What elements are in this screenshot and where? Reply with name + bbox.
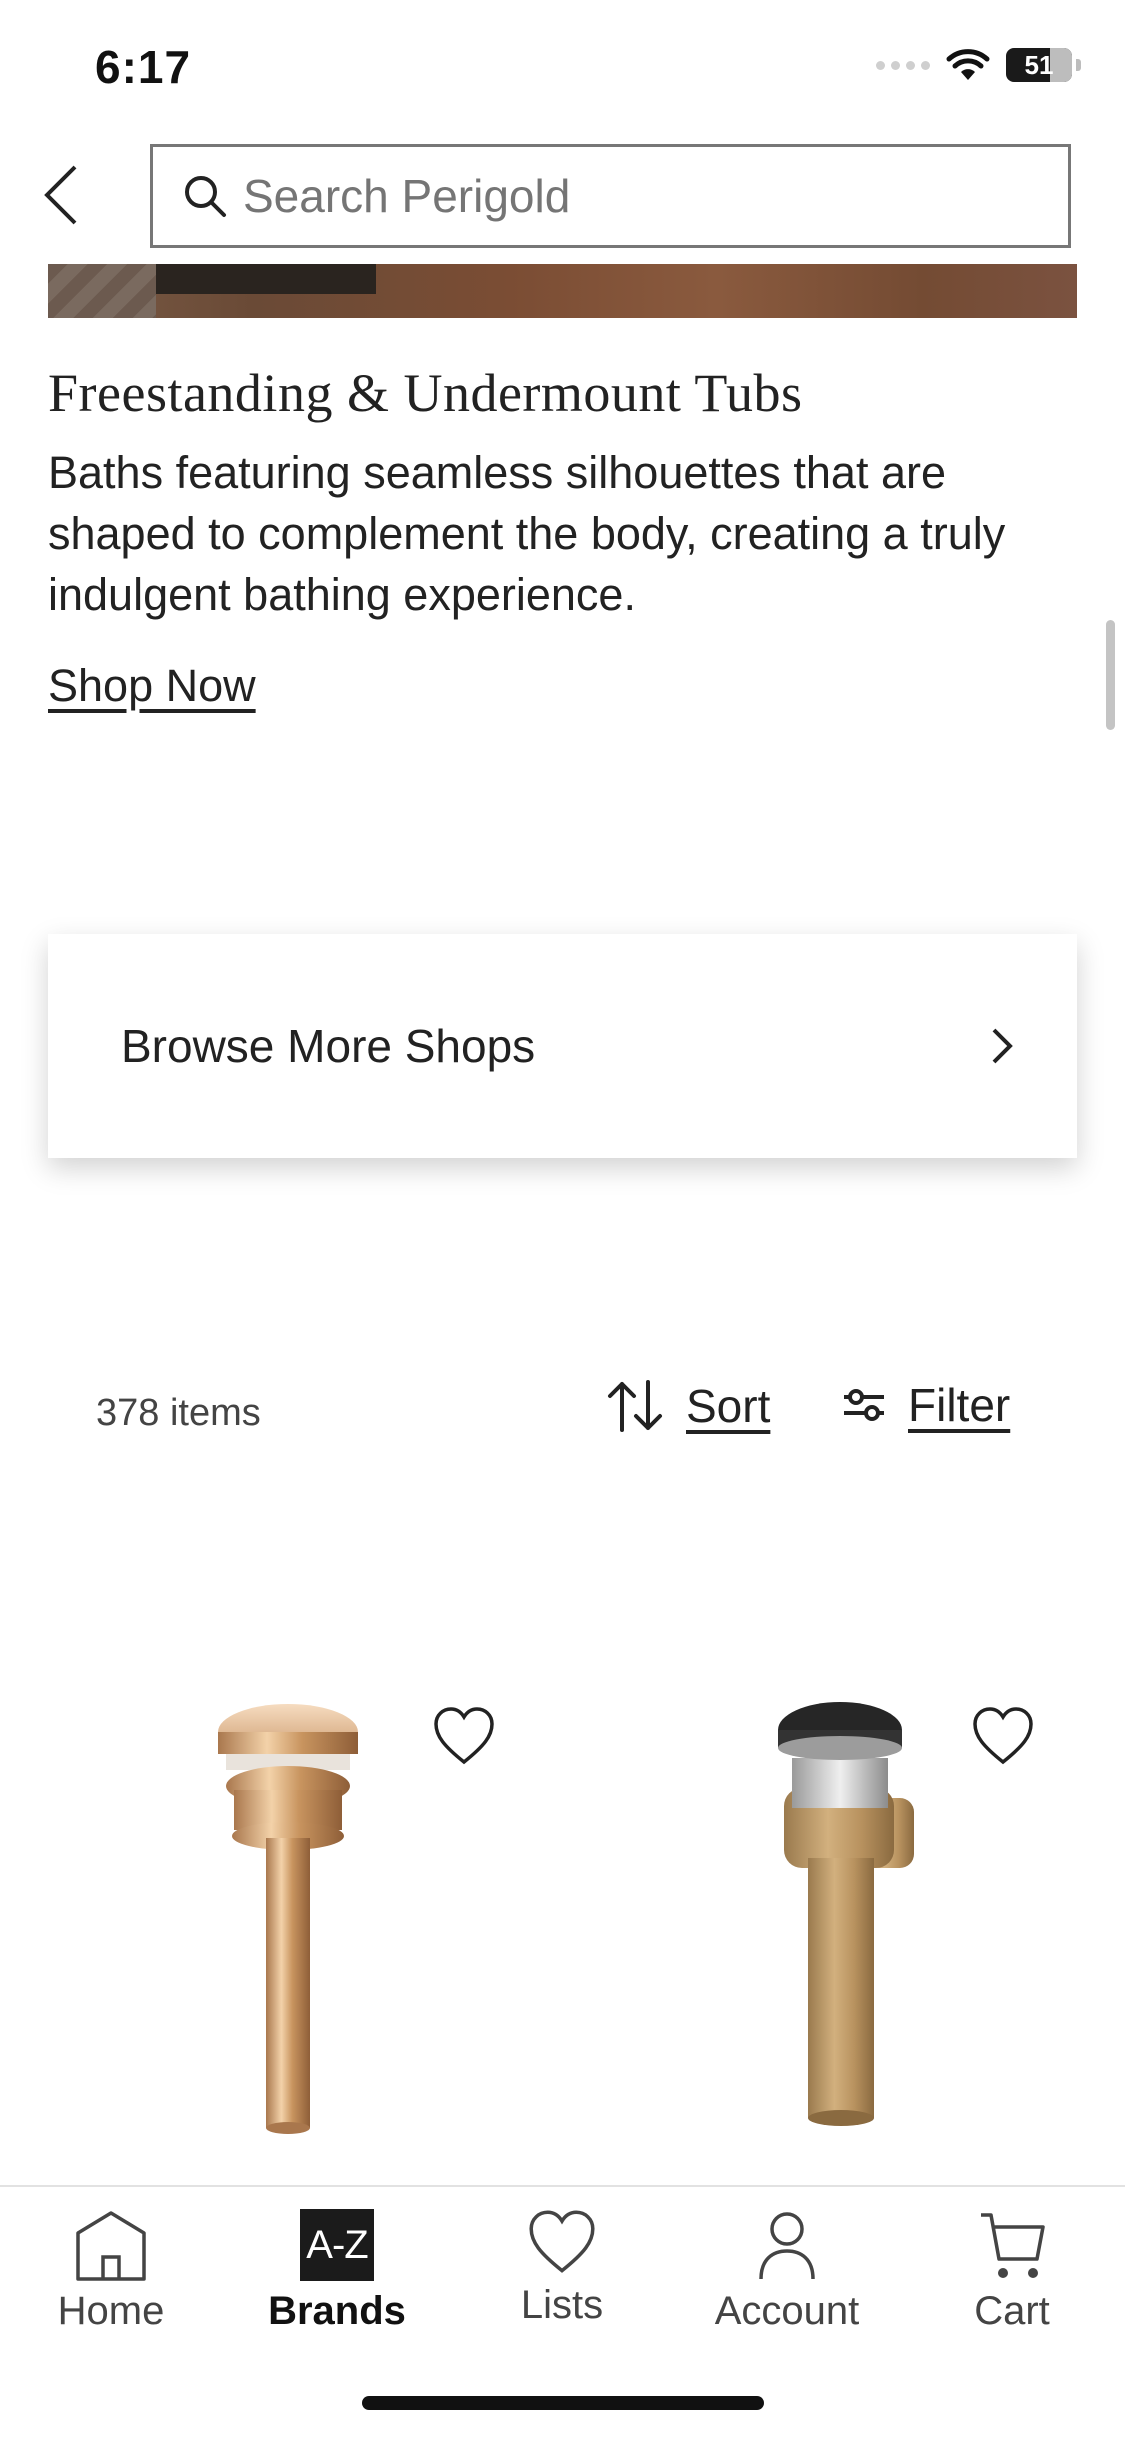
search-input[interactable] — [241, 168, 1005, 224]
browse-more-shops-card[interactable]: Browse More Shops — [48, 934, 1077, 1158]
product-card[interactable] — [48, 1660, 558, 2160]
category-description: Baths featuring seamless silhouettes tha… — [48, 447, 1006, 620]
filter-button[interactable]: Filter — [842, 1378, 1010, 1432]
search-bar[interactable] — [150, 144, 1071, 248]
item-count: 378 items — [96, 1392, 261, 1434]
shop-now-link[interactable]: Shop Now — [48, 660, 256, 712]
battery-icon: 51 — [1006, 48, 1072, 82]
search-icon — [185, 176, 226, 217]
cart-icon — [981, 2213, 1045, 2278]
category-title: Freestanding & Undermount Tubs — [48, 363, 803, 423]
az-icon: A-Z — [300, 2209, 374, 2281]
home-icon — [76, 2211, 146, 2281]
tab-brands-label: Brands — [268, 2289, 406, 2333]
sort-arrows-icon — [608, 1380, 662, 1432]
sort-button[interactable]: Sort — [606, 1378, 770, 1434]
filter-sliders-icon — [844, 1389, 884, 1421]
tab-cart[interactable]: Cart — [912, 2209, 1112, 2334]
browse-more-shops-label: Browse More Shops — [121, 1020, 536, 1072]
chevron-left-icon — [44, 165, 77, 225]
product-image[interactable] — [752, 1698, 952, 2138]
tab-lists[interactable]: Lists — [462, 2209, 662, 2328]
back-button[interactable] — [36, 160, 86, 230]
wifi-icon — [946, 49, 990, 80]
tab-account[interactable]: Account — [687, 2209, 887, 2334]
tab-lists-label: Lists — [520, 2283, 604, 2327]
favorite-heart-icon[interactable] — [432, 1706, 496, 1766]
home-indicator[interactable] — [362, 2396, 764, 2410]
person-icon — [759, 2212, 815, 2280]
status-time: 6:17 — [95, 41, 192, 93]
tab-brands[interactable]: A-Z Brands — [237, 2209, 437, 2334]
chevron-right-icon — [992, 1028, 1013, 1064]
cellular-signal-icon — [876, 60, 930, 70]
product-card[interactable] — [567, 1660, 1077, 2160]
tab-cart-label: Cart — [974, 2289, 1050, 2333]
product-image[interactable] — [198, 1698, 398, 2138]
heart-icon — [529, 2210, 595, 2273]
tab-home-label: Home — [57, 2289, 165, 2333]
filter-label: Filter — [908, 1379, 1011, 1431]
favorite-heart-icon[interactable] — [971, 1706, 1035, 1766]
tab-account-label: Account — [714, 2289, 860, 2333]
battery-level: 51 — [1024, 49, 1054, 80]
scroll-indicator[interactable] — [1106, 620, 1115, 730]
sort-label: Sort — [686, 1380, 771, 1432]
category-hero-image[interactable] — [48, 264, 1077, 318]
tab-home[interactable]: Home — [11, 2209, 211, 2334]
status-icons: 51 — [876, 48, 1081, 82]
